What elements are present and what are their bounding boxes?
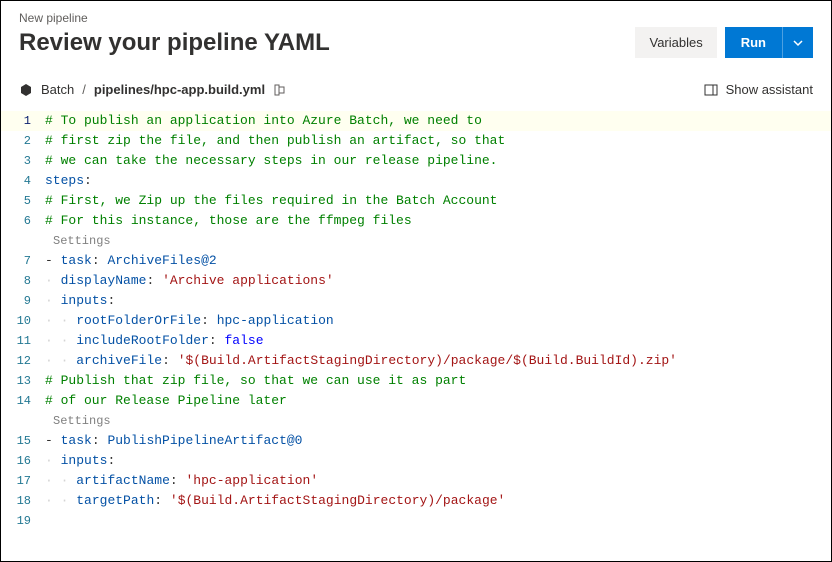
line-number: 8 [1, 271, 45, 291]
file-path[interactable]: pipelines/hpc-app.build.yml [94, 82, 265, 97]
code-line[interactable]: 12· · archiveFile: '$(Build.ArtifactStag… [1, 351, 831, 371]
code-line[interactable]: 16· inputs: [1, 451, 831, 471]
code-line[interactable]: 18· · targetPath: '$(Build.ArtifactStagi… [1, 491, 831, 511]
line-number: 9 [1, 291, 45, 311]
header-actions: Variables Run [635, 27, 813, 58]
file-path-row: Batch / pipelines/hpc-app.build.yml [19, 82, 287, 97]
edit-name-icon[interactable] [273, 83, 287, 97]
line-number: 4 [1, 171, 45, 191]
code-content: # First, we Zip up the files required in… [45, 191, 831, 211]
repo-icon [19, 83, 33, 97]
line-number: 12 [1, 351, 45, 371]
repo-name[interactable]: Batch [41, 82, 74, 97]
page-header: New pipeline Review your pipeline YAML V… [1, 1, 831, 72]
code-content [45, 511, 831, 531]
line-number: 7 [1, 251, 45, 271]
line-number: 14 [1, 391, 45, 411]
code-content: # first zip the file, and then publish a… [45, 131, 831, 151]
show-assistant-button[interactable]: Show assistant [704, 82, 813, 97]
path-separator: / [82, 82, 86, 97]
code-content: · inputs: [45, 451, 831, 471]
code-content: · · includeRootFolder: false [45, 331, 831, 351]
line-number: 6 [1, 211, 45, 231]
settings-link[interactable]: Settings [45, 231, 831, 251]
line-number: 3 [1, 151, 45, 171]
code-content: # Publish that zip file, so that we can … [45, 371, 831, 391]
code-line[interactable]: 15- task: PublishPipelineArtifact@0 [1, 431, 831, 451]
run-button[interactable]: Run [725, 27, 782, 58]
line-number [1, 231, 45, 251]
line-number: 2 [1, 131, 45, 151]
line-number: 19 [1, 511, 45, 531]
code-content: steps: [45, 171, 831, 191]
breadcrumb: New pipeline [19, 11, 813, 25]
code-content: # we can take the necessary steps in our… [45, 151, 831, 171]
code-content: · · artifactName: 'hpc-application' [45, 471, 831, 491]
line-number [1, 411, 45, 431]
code-line[interactable]: 14# of our Release Pipeline later [1, 391, 831, 411]
code-line[interactable]: 4steps: [1, 171, 831, 191]
line-number: 11 [1, 331, 45, 351]
code-content: · inputs: [45, 291, 831, 311]
code-line[interactable]: 11· · includeRootFolder: false [1, 331, 831, 351]
code-content: - task: ArchiveFiles@2 [45, 251, 831, 271]
code-content: · · rootFolderOrFile: hpc-application [45, 311, 831, 331]
code-content: # For this instance, those are the ffmpe… [45, 211, 831, 231]
code-line[interactable]: 17· · artifactName: 'hpc-application' [1, 471, 831, 491]
page-title: Review your pipeline YAML [19, 29, 330, 57]
code-content: · · targetPath: '$(Build.ArtifactStaging… [45, 491, 831, 511]
code-line[interactable]: Settings [1, 231, 831, 251]
code-line[interactable]: 19 [1, 511, 831, 531]
code-content: # of our Release Pipeline later [45, 391, 831, 411]
code-content: # To publish an application into Azure B… [45, 111, 831, 131]
code-line[interactable]: 13# Publish that zip file, so that we ca… [1, 371, 831, 391]
settings-link[interactable]: Settings [45, 411, 831, 431]
line-number: 1 [1, 111, 45, 131]
code-line[interactable]: Settings [1, 411, 831, 431]
subheader: Batch / pipelines/hpc-app.build.yml Show… [1, 72, 831, 107]
code-line[interactable]: 8· displayName: 'Archive applications' [1, 271, 831, 291]
line-number: 13 [1, 371, 45, 391]
variables-button[interactable]: Variables [635, 27, 716, 58]
code-content: · · archiveFile: '$(Build.ArtifactStagin… [45, 351, 831, 371]
line-number: 5 [1, 191, 45, 211]
chevron-down-icon [793, 38, 803, 48]
run-dropdown-button[interactable] [782, 27, 813, 58]
line-number: 17 [1, 471, 45, 491]
line-number: 10 [1, 311, 45, 331]
code-line[interactable]: 9· inputs: [1, 291, 831, 311]
yaml-editor[interactable]: 1# To publish an application into Azure … [1, 107, 831, 531]
code-line[interactable]: 2# first zip the file, and then publish … [1, 131, 831, 151]
code-line[interactable]: 6# For this instance, those are the ffmp… [1, 211, 831, 231]
panel-collapse-icon [704, 83, 718, 97]
code-line[interactable]: 3# we can take the necessary steps in ou… [1, 151, 831, 171]
code-content: - task: PublishPipelineArtifact@0 [45, 431, 831, 451]
code-line[interactable]: 7- task: ArchiveFiles@2 [1, 251, 831, 271]
line-number: 16 [1, 451, 45, 471]
code-line[interactable]: 5# First, we Zip up the files required i… [1, 191, 831, 211]
show-assistant-label: Show assistant [726, 82, 813, 97]
code-content: · displayName: 'Archive applications' [45, 271, 831, 291]
code-line[interactable]: 10· · rootFolderOrFile: hpc-application [1, 311, 831, 331]
line-number: 15 [1, 431, 45, 451]
code-line[interactable]: 1# To publish an application into Azure … [1, 111, 831, 131]
run-button-group: Run [725, 27, 813, 58]
line-number: 18 [1, 491, 45, 511]
